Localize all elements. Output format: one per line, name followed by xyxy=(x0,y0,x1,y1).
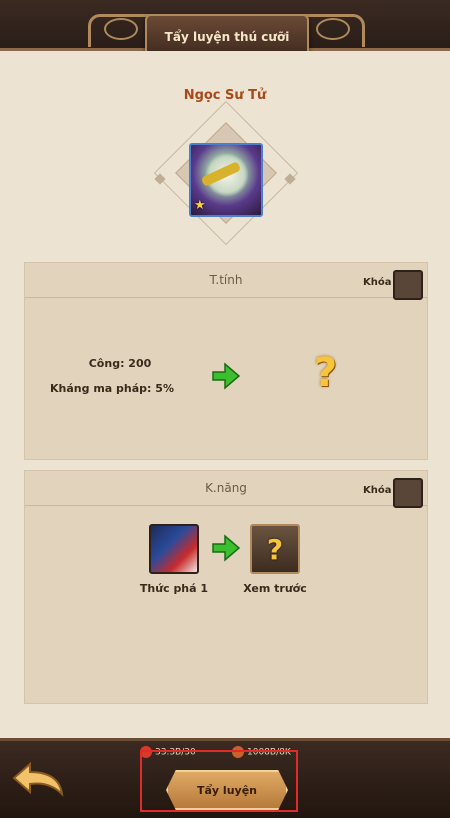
resource-2-value: 1008B/8K xyxy=(247,747,291,758)
lion-mount-icon[interactable]: ★ xyxy=(189,143,263,217)
current-skill-label: Thức phá 1 xyxy=(139,582,209,595)
lock-skills-checkbox[interactable] xyxy=(393,478,423,508)
coin-icon xyxy=(232,746,244,758)
preview-skill-label: Xem trước xyxy=(243,582,307,595)
resource-1-value: 33.3B/30 xyxy=(155,747,196,758)
refine-button[interactable]: Tẩy luyện xyxy=(166,770,288,810)
resource-1: 33.3B/30 xyxy=(140,746,196,758)
lock-label: Khóa xyxy=(363,485,392,496)
star-icon: ★ xyxy=(194,198,206,213)
arrow-right-icon xyxy=(212,362,241,390)
stat-attack: Công: 200 xyxy=(88,357,152,370)
skills-panel: K.năng Khóa xyxy=(24,470,428,704)
panel-header: T.tính Khóa xyxy=(25,263,427,300)
panel-header: K.năng Khóa xyxy=(25,471,427,508)
back-arrow-icon[interactable] xyxy=(10,760,66,798)
skill-break-icon[interactable] xyxy=(149,524,199,574)
question-mark-icon: ? xyxy=(314,350,338,396)
lock-label: Khóa xyxy=(363,277,392,288)
resource-2: 1008B/8K xyxy=(232,746,291,758)
lock-attributes-checkbox[interactable] xyxy=(393,270,423,300)
skill-preview-icon[interactable]: ? xyxy=(250,524,300,574)
potion-icon xyxy=(140,746,152,758)
ornament-curl-left xyxy=(104,18,138,40)
stat-magic-resist: Kháng ma pháp: 5% xyxy=(50,382,174,395)
ornament-curl-right xyxy=(316,18,350,40)
arrow-right-icon xyxy=(212,534,241,562)
